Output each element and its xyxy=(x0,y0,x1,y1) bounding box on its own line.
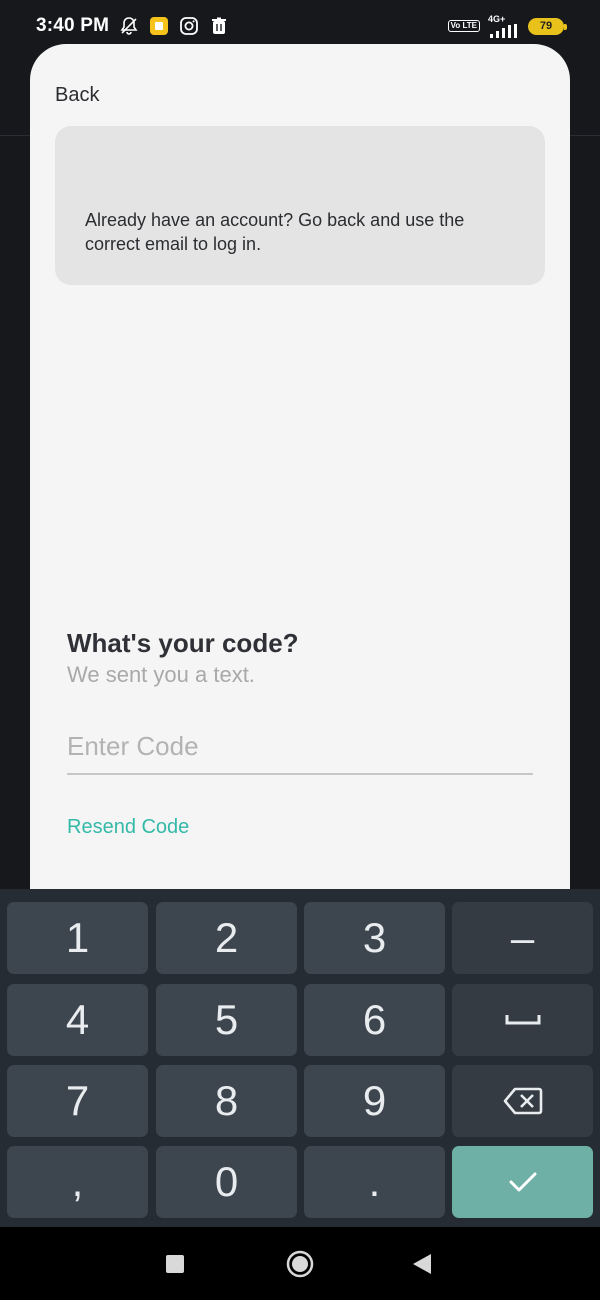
network-type-label: 4G+ xyxy=(488,13,506,24)
backspace-icon xyxy=(503,1086,543,1116)
key-5[interactable]: 5 xyxy=(156,984,297,1056)
space-icon xyxy=(505,1013,541,1027)
key-dash[interactable]: – xyxy=(452,902,593,974)
key-1[interactable]: 1 xyxy=(7,902,148,974)
page-subtitle: We sent you a text. xyxy=(67,662,255,687)
key-9[interactable]: 9 xyxy=(304,1065,445,1137)
key-enter[interactable] xyxy=(452,1146,593,1218)
app-notification-icon xyxy=(149,16,169,36)
instagram-icon xyxy=(179,16,199,36)
key-0[interactable]: 0 xyxy=(156,1146,297,1218)
verification-sheet: Back Already have an account? Go back an… xyxy=(30,44,570,890)
status-time: 3:40 PM xyxy=(36,15,110,36)
trash-icon xyxy=(209,16,229,36)
key-7[interactable]: 7 xyxy=(7,1065,148,1137)
key-8[interactable]: 8 xyxy=(156,1065,297,1137)
resend-code-button[interactable]: Resend Code xyxy=(67,816,189,839)
back-triangle-icon[interactable] xyxy=(413,1254,431,1279)
key-2[interactable]: 2 xyxy=(156,902,297,974)
key-3[interactable]: 3 xyxy=(304,902,445,974)
notice-text: Already have an account? Go back and use… xyxy=(85,210,465,254)
bell-off-icon xyxy=(119,16,139,36)
code-input[interactable] xyxy=(67,720,533,775)
key-space[interactable] xyxy=(452,984,593,1056)
home-circle-icon[interactable] xyxy=(286,1250,314,1283)
status-left: 3:40 PM xyxy=(36,15,229,37)
key-6[interactable]: 6 xyxy=(304,984,445,1056)
recents-square-icon[interactable] xyxy=(166,1255,184,1278)
key-backspace[interactable] xyxy=(452,1065,593,1137)
notice-box: Already have an account? Go back and use… xyxy=(55,126,545,285)
system-navbar xyxy=(0,1227,600,1300)
back-button[interactable]: Back xyxy=(55,84,99,107)
status-right: Vo LTE 4G+ 79 xyxy=(447,13,567,38)
numeric-keyboard: 1 2 3 – 4 5 6 7 8 9 , 0 . xyxy=(0,889,600,1227)
battery-icon: 79 xyxy=(528,17,567,35)
key-4[interactable]: 4 xyxy=(7,984,148,1056)
key-period[interactable]: . xyxy=(304,1146,445,1218)
checkmark-icon xyxy=(508,1171,538,1193)
key-comma[interactable]: , xyxy=(7,1146,148,1218)
page-title: What's your code? xyxy=(67,628,299,658)
volte-icon: Vo LTE xyxy=(447,20,480,32)
signal-icon: 4G+ xyxy=(488,13,520,38)
